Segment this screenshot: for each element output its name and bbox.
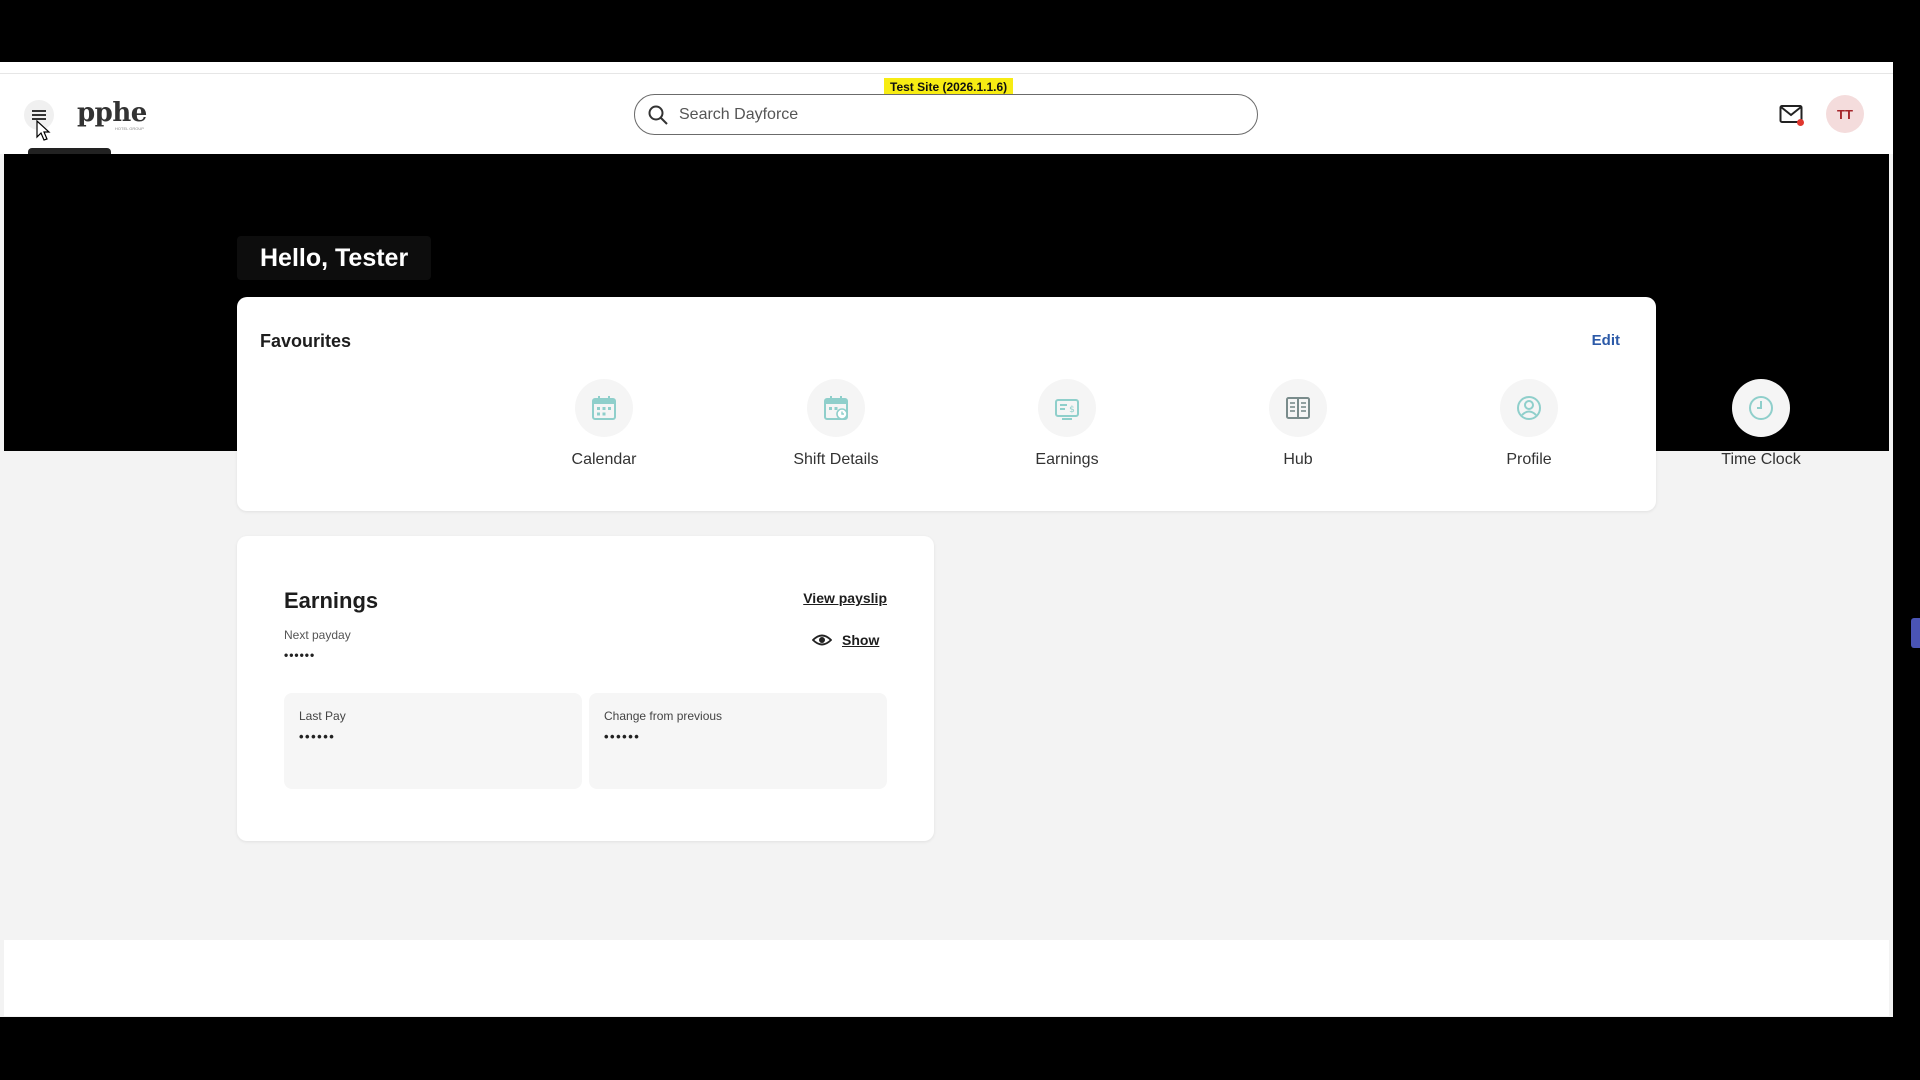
calendar-icon <box>592 396 616 420</box>
favourite-calendar[interactable]: Calendar <box>519 379 689 469</box>
profile-icon <box>1517 396 1541 420</box>
screen: pphe HOTEL GROUP Test Site (2026.1.1.6) … <box>0 0 1920 1080</box>
favourite-label: Calendar <box>571 451 637 468</box>
show-amounts-button[interactable]: Show <box>812 630 879 650</box>
earnings-icon: $ <box>1055 399 1079 420</box>
favourite-earnings[interactable]: $ Earnings <box>982 379 1152 469</box>
favourite-icon-wrap <box>1500 379 1558 437</box>
dayforce-app: pphe HOTEL GROUP Test Site (2026.1.1.6) … <box>0 74 1893 1017</box>
footer-band <box>4 940 1889 1016</box>
earnings-title: Earnings <box>284 588 379 613</box>
user-avatar[interactable]: TT <box>1826 95 1864 133</box>
favourite-icon-wrap <box>1269 379 1327 437</box>
edit-favourites-link[interactable]: Edit <box>1592 332 1620 349</box>
favourite-icon-wrap: $ <box>1038 379 1096 437</box>
favourite-icon-wrap <box>575 379 633 437</box>
clock-icon <box>1749 396 1773 420</box>
greeting-heading: Hello, Tester <box>237 236 432 280</box>
browser-chrome-strip <box>0 62 1893 74</box>
favourite-time-clock[interactable]: Time Clock <box>1676 379 1846 469</box>
next-payday-value: •••••• <box>284 648 316 662</box>
earnings-card: Earnings View payslip Next payday ••••••… <box>237 536 934 841</box>
eye-icon <box>812 634 832 646</box>
last-pay-value: •••••• <box>299 729 336 744</box>
next-payday-label: Next payday <box>284 628 351 642</box>
favourite-label: Time Clock <box>1721 451 1801 468</box>
favourite-hub[interactable]: Hub <box>1213 379 1383 469</box>
favourite-label: Hub <box>1283 451 1313 468</box>
favourite-icon-wrap <box>1732 379 1790 437</box>
search-box[interactable] <box>634 94 1258 135</box>
last-pay-box: Last Pay •••••• <box>284 693 582 789</box>
search-input[interactable] <box>679 105 1257 124</box>
favourite-label: Shift Details <box>793 451 879 468</box>
favourite-label: Profile <box>1506 451 1552 468</box>
show-label: Show <box>842 632 880 648</box>
last-pay-label: Last Pay <box>299 709 346 723</box>
favourite-profile[interactable]: Profile <box>1444 379 1614 469</box>
notification-dot <box>1797 119 1804 126</box>
search-icon <box>648 105 668 125</box>
svg-text:$: $ <box>1069 405 1075 415</box>
pphe-logo[interactable]: pphe <box>77 98 147 128</box>
shift-details-icon <box>824 396 848 420</box>
view-payslip-link[interactable]: View payslip <box>803 590 887 606</box>
favourite-shift-details[interactable]: Shift Details <box>751 379 921 469</box>
change-from-previous-label: Change from previous <box>604 709 723 723</box>
change-from-previous-value: •••••• <box>604 729 641 744</box>
change-from-previous-box: Change from previous •••••• <box>589 693 887 789</box>
mouse-cursor-icon <box>36 120 51 141</box>
top-bar: pphe HOTEL GROUP Test Site (2026.1.1.6) … <box>0 74 1893 179</box>
favourites-card: Favourites Edit Calendar Shift Details $… <box>237 297 1801 511</box>
favourite-icon-wrap <box>807 379 865 437</box>
hub-icon <box>1286 397 1310 419</box>
favourites-title: Favourites <box>260 331 352 351</box>
logo-subtitle: HOTEL GROUP <box>115 126 144 131</box>
side-panel-tab[interactable] <box>1911 618 1920 648</box>
favourite-label: Earnings <box>1035 451 1099 468</box>
